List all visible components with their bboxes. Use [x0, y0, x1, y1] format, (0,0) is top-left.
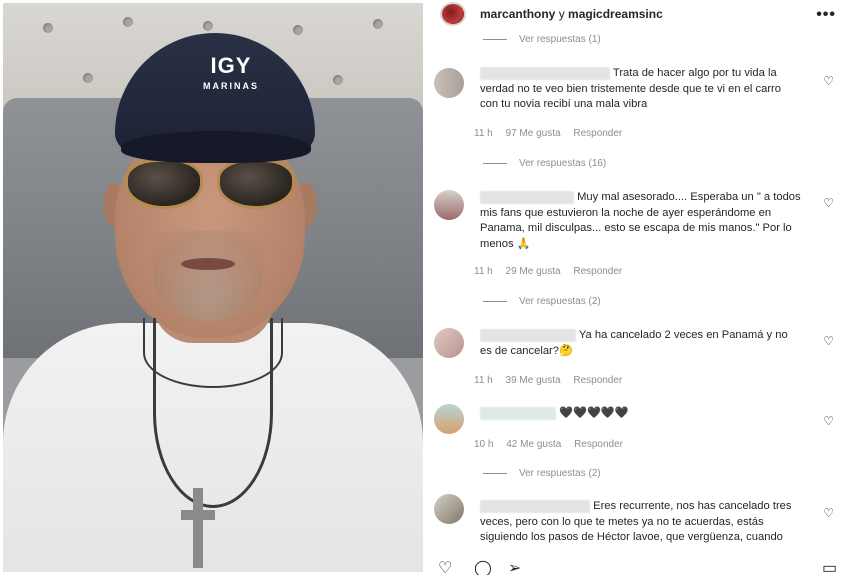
- divider: [483, 163, 507, 164]
- sunglasses: [121, 159, 301, 209]
- heart-icon[interactable]: ♡: [823, 506, 834, 520]
- cap-brim: [121, 131, 311, 163]
- comments-panel: marcanthony y magicdreamsinc ••• Ver res…: [426, 0, 850, 575]
- heart-icon[interactable]: ♡: [823, 196, 834, 210]
- blurred-username[interactable]: [480, 499, 590, 513]
- author-link-1[interactable]: marcanthony: [480, 7, 555, 21]
- view-replies-button[interactable]: Ver respuestas (1): [483, 34, 601, 45]
- comment-time: 11 h: [474, 128, 493, 139]
- view-replies-button[interactable]: Ver respuestas (2): [483, 468, 601, 479]
- reply-button[interactable]: Responder: [574, 439, 623, 450]
- view-replies-label: Ver respuestas (2): [519, 296, 601, 307]
- comment-text: Trata de hacer algo por tu vida la verda…: [480, 66, 782, 110]
- view-replies-button[interactable]: Ver respuestas (16): [483, 158, 606, 169]
- mouth: [181, 258, 235, 270]
- commenter-avatar[interactable]: [434, 328, 464, 358]
- likes-count[interactable]: 39 Me gusta: [506, 375, 561, 386]
- commenter-avatar[interactable]: [434, 404, 464, 434]
- reply-button[interactable]: Responder: [573, 375, 622, 386]
- save-icon[interactable]: ▭: [822, 558, 837, 575]
- heart-icon[interactable]: ♡: [823, 414, 834, 428]
- comment-meta: 11 h 39 Me gusta Responder: [474, 375, 632, 386]
- post-actions-bar: ♡ ◯ ➢ ▭: [438, 558, 848, 575]
- comment-text: 🖤🖤🖤🖤🖤: [480, 406, 800, 422]
- likes-count[interactable]: 42 Me gusta: [506, 439, 561, 450]
- avatar[interactable]: [440, 2, 466, 26]
- commenter-avatar[interactable]: [434, 190, 464, 220]
- like-icon[interactable]: ♡: [438, 558, 452, 575]
- cross-pendant: [181, 488, 215, 568]
- view-replies-button[interactable]: Ver respuestas (2): [483, 296, 601, 307]
- comment-text: Eres recurrente, nos has cancelado tres …: [480, 499, 792, 543]
- divider: [483, 473, 507, 474]
- author-connector: y: [558, 7, 565, 21]
- divider: [483, 301, 507, 302]
- beard: [153, 231, 263, 321]
- blurred-username[interactable]: [480, 328, 576, 342]
- comment-meta: 11 h 97 Me gusta Responder: [474, 128, 632, 139]
- comment-meta: 11 h 29 Me gusta Responder: [474, 266, 632, 277]
- more-options-icon[interactable]: •••: [816, 6, 836, 24]
- comment-time: 11 h: [474, 266, 493, 277]
- share-icon[interactable]: ➢: [508, 558, 521, 575]
- reply-button[interactable]: Responder: [573, 128, 622, 139]
- comment-text: Muy mal asesorado.... Esperaba un " a to…: [480, 190, 801, 250]
- commenter-avatar[interactable]: [434, 494, 464, 524]
- post-authors: marcanthony y magicdreamsinc: [480, 7, 663, 21]
- heart-icon[interactable]: ♡: [823, 74, 834, 88]
- likes-count[interactable]: 29 Me gusta: [506, 266, 561, 277]
- comment-time: 11 h: [474, 375, 493, 386]
- view-replies-label: Ver respuestas (16): [519, 158, 607, 169]
- reply-button[interactable]: Responder: [573, 266, 622, 277]
- comment-meta: 10 h 42 Me gusta Responder: [474, 439, 633, 450]
- necklace-long: [153, 318, 273, 508]
- commenter-avatar[interactable]: [434, 68, 464, 98]
- view-replies-label: Ver respuestas (2): [519, 468, 601, 479]
- cap-logo: IGY MARINAS: [203, 53, 259, 91]
- blurred-username[interactable]: [480, 190, 574, 204]
- divider: [483, 39, 507, 40]
- author-link-2[interactable]: magicdreamsinc: [568, 7, 663, 21]
- comment-text: Ya ha cancelado 2 veces en Panamá y no e…: [480, 328, 788, 357]
- view-replies-label: Ver respuestas (1): [519, 34, 601, 45]
- blurred-username[interactable]: [480, 66, 610, 80]
- post-media[interactable]: IGY MARINAS: [3, 3, 423, 572]
- post-header: marcanthony y magicdreamsinc •••: [426, 0, 850, 28]
- likes-count[interactable]: 97 Me gusta: [506, 128, 561, 139]
- heart-icon[interactable]: ♡: [823, 334, 834, 348]
- comment-icon[interactable]: ◯: [474, 558, 492, 575]
- blurred-username[interactable]: [480, 406, 556, 420]
- comment-time: 10 h: [474, 439, 494, 450]
